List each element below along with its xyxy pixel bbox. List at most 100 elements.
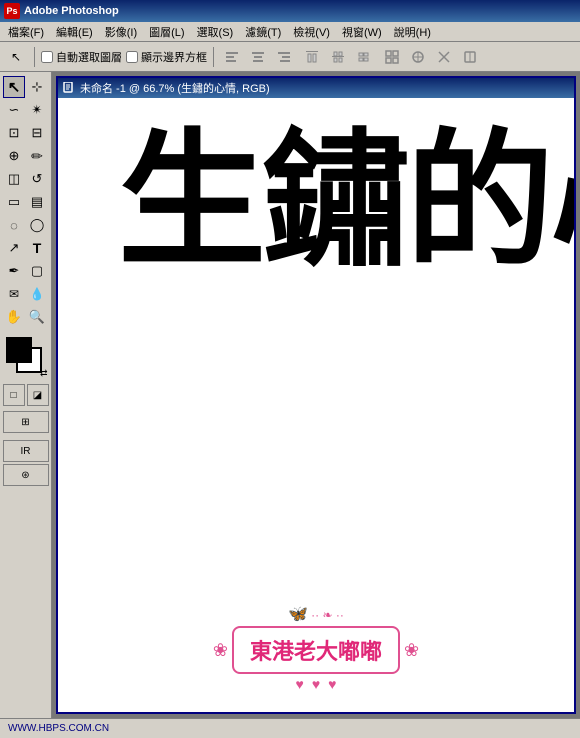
menu-select[interactable]: 選取(S) — [191, 22, 240, 42]
dodge-tool[interactable]: ◯ — [26, 214, 48, 236]
align-buttons — [220, 46, 296, 68]
left-flower-icon: ❀ — [213, 640, 228, 661]
dots-deco-top: ·· ❧ ·· — [311, 608, 344, 622]
menu-file[interactable]: 檔案(F) — [2, 22, 50, 42]
tool-row-8: ↗ T — [3, 237, 48, 259]
move-tool[interactable]: ↖ — [3, 76, 25, 98]
swap-colors-btn[interactable]: ⇄ — [40, 368, 48, 379]
app-title: Adobe Photoshop — [24, 5, 119, 17]
document-title: 未命名 -1 @ 66.7% (生鏽的心情, RGB) — [80, 80, 270, 96]
align-right-btn[interactable] — [272, 46, 296, 68]
crop-tool[interactable]: ⊡ — [3, 122, 25, 144]
gradient-tool[interactable]: ▤ — [26, 191, 48, 213]
heart-1: ♥ — [296, 676, 304, 692]
status-bar: WWW.HBPS.COM.CN — [0, 718, 580, 738]
watermark-url: WWW.HBPS.COM.CN — [8, 723, 109, 734]
heart-3: ♥ — [328, 676, 336, 692]
butterfly-icon: 🦋 — [288, 606, 308, 623]
align-center-btn[interactable] — [246, 46, 270, 68]
pink-logo-area: 🦋 ·· ❧ ·· ❀ 東港老大嘟嘟 ❀ — [196, 604, 436, 692]
marquee-tool[interactable]: ⊹ — [26, 76, 48, 98]
tool-row-1: ↖ ⊹ — [3, 76, 48, 98]
slice-tool[interactable]: ⊟ — [26, 122, 48, 144]
hand-tool[interactable]: ✋ — [3, 306, 25, 328]
standard-mode-btn[interactable]: □ — [3, 384, 25, 406]
distribute-vert-btn[interactable] — [326, 46, 350, 68]
imageready-btn[interactable]: IR — [3, 440, 49, 462]
quick-mask-btn[interactable]: ◪ — [27, 384, 49, 406]
align-left-btn[interactable] — [220, 46, 244, 68]
show-bounding-box-group: 顯示邊界方框 — [126, 49, 207, 65]
toolbar-sep-1 — [34, 47, 35, 67]
hearts-bottom: ♥ ♥ ♥ — [196, 676, 436, 692]
extra-btn-1[interactable] — [380, 46, 404, 68]
tool-row-2: ∽ ✴ — [3, 99, 48, 121]
extra-buttons — [380, 46, 482, 68]
menu-bar: 檔案(F) 編輯(E) 影像(I) 圖層(L) 選取(S) 濾鏡(T) 檢視(V… — [0, 22, 580, 42]
menu-layer[interactable]: 圖層(L) — [143, 22, 190, 42]
type-tool[interactable]: T — [26, 237, 48, 259]
document-window: 未命名 -1 @ 66.7% (生鏽的心情, RGB) 生鏽的心情 🦋 ·· ❧… — [56, 76, 576, 714]
canvas-content: 生鏽的心情 🦋 ·· ❧ ·· ❀ 東港老大嘟嘟 — [58, 98, 574, 712]
menu-window[interactable]: 視窗(W) — [336, 22, 388, 42]
blur-tool[interactable]: ◌ — [3, 214, 25, 236]
brush-tool[interactable]: ✏ — [26, 145, 48, 167]
menu-view[interactable]: 檢視(V) — [287, 22, 336, 42]
healing-brush-tool[interactable]: ⊕ — [3, 145, 25, 167]
extra-btn-2[interactable] — [406, 46, 430, 68]
heart-2: ♥ — [312, 676, 320, 692]
menu-filter[interactable]: 濾鏡(T) — [239, 22, 287, 42]
eraser-tool[interactable]: ▭ — [3, 191, 25, 213]
menu-help[interactable]: 說明(H) — [388, 22, 437, 42]
color-swatch-area: ⇄ — [6, 337, 46, 377]
right-flower-icon: ❀ — [404, 640, 419, 661]
logo-wrapper: ❀ 東港老大嘟嘟 ❀ — [213, 626, 419, 674]
distribute-horiz-btn[interactable] — [352, 46, 376, 68]
screen-mode-btn[interactable]: ⊞ — [3, 411, 49, 433]
magic-wand-tool[interactable]: ✴ — [26, 99, 48, 121]
tool-row-10: ✉ 💧 — [3, 283, 48, 305]
clone-stamp-tool[interactable]: ◫ — [3, 168, 25, 190]
move-tool-options[interactable]: ↖ — [4, 46, 28, 68]
distribute-top-btn[interactable] — [300, 46, 324, 68]
logo-border-box: 東港老大嘟嘟 — [232, 626, 400, 674]
history-brush-tool[interactable]: ↺ — [26, 168, 48, 190]
extra-btn[interactable]: ⊛ — [3, 464, 49, 486]
extra-btn-4[interactable] — [458, 46, 482, 68]
notes-tool[interactable]: ✉ — [3, 283, 25, 305]
foreground-color-swatch[interactable] — [6, 337, 32, 363]
distribute-buttons — [300, 46, 376, 68]
tool-row-7: ◌ ◯ — [3, 214, 48, 236]
lasso-tool[interactable]: ∽ — [3, 99, 25, 121]
tool-row-9: ✒ ▢ — [3, 260, 48, 282]
document-title-bar: 未命名 -1 @ 66.7% (生鏽的心情, RGB) — [58, 78, 574, 98]
document-canvas[interactable]: 生鏽的心情 🦋 ·· ❧ ·· ❀ 東港老大嘟嘟 — [58, 98, 574, 712]
logo-text: 東港老大嘟嘟 — [250, 639, 382, 664]
path-selection-tool[interactable]: ↗ — [3, 237, 25, 259]
auto-select-checkbox-group: 自動選取圖層 — [41, 49, 122, 65]
doc-icon — [62, 81, 76, 95]
tool-row-3: ⊡ ⊟ — [3, 122, 48, 144]
tool-row-11: ✋ 🔍 — [3, 306, 48, 328]
canvas-area: 未命名 -1 @ 66.7% (生鏽的心情, RGB) 生鏽的心情 🦋 ·· ❧… — [52, 72, 580, 718]
toolbar-sep-2 — [213, 47, 214, 67]
shape-tool[interactable]: ▢ — [26, 260, 48, 282]
main-area: ↖ ⊹ ∽ ✴ ⊡ ⊟ ⊕ — [0, 72, 580, 718]
menu-edit[interactable]: 編輯(E) — [50, 22, 99, 42]
show-bounding-box-checkbox[interactable] — [126, 51, 138, 63]
tool-row-5: ◫ ↺ — [3, 168, 48, 190]
tool-row-4: ⊕ ✏ — [3, 145, 48, 167]
auto-select-checkbox[interactable] — [41, 51, 53, 63]
title-bar: Ps Adobe Photoshop — [0, 0, 580, 22]
tool-row-6: ▭ ▤ — [3, 191, 48, 213]
main-canvas-text: 生鏽的心情 — [118, 128, 574, 276]
tools-panel: ↖ ⊹ ∽ ✴ ⊡ ⊟ ⊕ — [0, 72, 52, 718]
pen-tool[interactable]: ✒ — [3, 260, 25, 282]
zoom-tool[interactable]: 🔍 — [26, 306, 48, 328]
options-toolbar: ↖ 自動選取圖層 顯示邊界方框 — [0, 42, 580, 72]
eyedropper-tool[interactable]: 💧 — [26, 283, 48, 305]
menu-image[interactable]: 影像(I) — [99, 22, 143, 42]
logo-inner: ❀ 東港老大嘟嘟 ❀ — [213, 626, 419, 674]
imageready-area: IR ⊛ — [3, 440, 49, 486]
extra-btn-3[interactable] — [432, 46, 456, 68]
